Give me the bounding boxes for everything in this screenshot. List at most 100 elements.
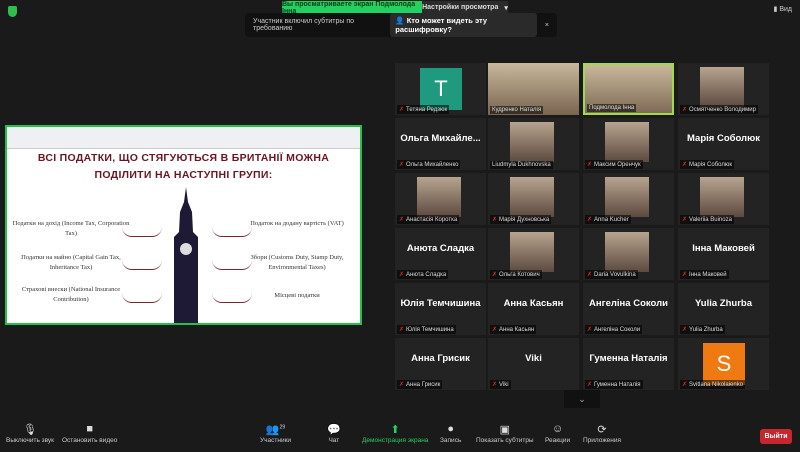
participant-name: Valeriia Buinoza [689, 216, 732, 223]
participant-name: Кудренко Наталія [492, 107, 542, 113]
participant-tile[interactable]: T ✗ Тетяна Редзюк [395, 63, 486, 115]
participant-name-label: ✗ Гуменна Наталія [585, 380, 643, 389]
reactions-label: Реакции [545, 437, 571, 444]
next-page-chevron-icon[interactable]: ⌄ [564, 390, 600, 408]
participant-name-label: ✗ Тетяна Редзюк [397, 105, 450, 114]
participant-name: Liudmyla Dukhnovska [492, 162, 551, 168]
participant-name-label: ✗ Viki [490, 380, 511, 389]
muted-mic-icon: ✗ [682, 382, 688, 388]
participant-name: Анна Грисик [406, 381, 441, 388]
muted-mic-icon: ✗ [492, 217, 498, 223]
participant-video [605, 122, 649, 162]
muted-mic-icon: ✗ [587, 272, 593, 278]
share-screen-button[interactable]: ⬆ Демонстрация экрана [362, 423, 428, 444]
microphone-icon: 🎙 [23, 424, 37, 436]
participant-tile[interactable]: ✗ Anna Kucher [583, 173, 674, 225]
close-icon[interactable]: × [545, 22, 549, 29]
participant-tile[interactable]: ✗ Ольга Котович [488, 228, 579, 280]
participant-name-label: Подмолода Інна [587, 104, 637, 112]
participant-avatar: T [420, 68, 462, 110]
participant-tile[interactable]: Інна Маковей ✗ Інна Маковей [678, 228, 769, 280]
participant-name: Viki [499, 381, 509, 388]
participant-tile[interactable]: Подмолода Інна [583, 63, 674, 115]
slide-right-item: Місцеві податки [274, 292, 320, 299]
captions-notification: Участник включил субтитры по требованию … [245, 13, 557, 37]
who-can-see-button[interactable]: 👤 Кто может видеть эту расшифровку? [390, 13, 537, 37]
decorative-wave [212, 227, 252, 237]
participant-name-label: ✗ Ольга Михайленко [397, 160, 461, 169]
muted-mic-icon: ✗ [587, 327, 593, 333]
decorative-wave [122, 260, 162, 270]
participant-name-label: ✗ Yulia Zhurba [680, 325, 725, 334]
apps-button[interactable]: ⟳ Приложения [583, 423, 621, 444]
chat-label: Чат [328, 437, 340, 444]
camera-icon: ■ [86, 423, 94, 435]
participant-tile[interactable]: Марія Соболюк ✗ Марія Соболюк [678, 118, 769, 170]
participant-video [510, 122, 554, 162]
muted-mic-icon: ✗ [399, 162, 405, 168]
participant-name: Подмолода Інна [589, 105, 635, 111]
participant-display-name: Юлія Темчишина [400, 298, 481, 309]
participant-tile[interactable]: S ✗ Svitlana Nikolaienko [678, 338, 769, 390]
chat-button[interactable]: 💬 Чат [327, 423, 341, 444]
participant-name: Максим Оренчук [594, 161, 641, 168]
participant-name: Анна Касьян [499, 326, 535, 333]
participant-display-name: Анна Касьян [503, 298, 564, 309]
participant-name-label: Кудренко Наталія [490, 106, 544, 114]
participant-name: Тетяна Редзюк [406, 106, 448, 113]
slide-left-item: Податки на дохід (Income Tax, Corporatio… [12, 220, 130, 237]
muted-mic-icon: ✗ [587, 162, 593, 168]
muted-mic-icon: ✗ [399, 217, 405, 223]
participants-button[interactable]: 👥29 Участники [260, 423, 291, 444]
participant-name-label: ✗ Інна Маковей [680, 270, 729, 279]
security-shield-icon[interactable] [8, 6, 17, 17]
participant-tile[interactable]: Кудренко Наталія [488, 63, 579, 115]
participant-tile[interactable]: Yulia Zhurba ✗ Yulia Zhurba [678, 283, 769, 335]
captions-button[interactable]: ▣ Показать субтитры [476, 423, 534, 444]
participant-tile[interactable]: ✗ Осмятченко Володимир [678, 63, 769, 115]
participant-video [417, 177, 461, 217]
muted-mic-icon: ✗ [682, 217, 688, 223]
shared-screen: ВСІ ПОДАТКИ, ЩО СТЯГУЮТЬСЯ В БРИТАНІЇ МО… [5, 125, 362, 325]
muted-mic-icon: ✗ [682, 272, 688, 278]
participants-count: 29 [279, 424, 286, 431]
participant-display-name: Viki [525, 353, 542, 364]
participant-tile[interactable]: Анна Касьян ✗ Анна Касьян [488, 283, 579, 335]
participant-tile[interactable]: Анна Грисик ✗ Анна Грисик [395, 338, 486, 390]
reactions-button[interactable]: ☺ Реакции [545, 423, 570, 444]
pdf-viewer-toolbar [7, 127, 360, 149]
participant-tile[interactable]: ✗ Анастасія Коротка [395, 173, 486, 225]
participant-name-label: ✗ Ангеліна Соколи [585, 325, 643, 334]
slide-right-item: Податок на додану вартість (VAT) [250, 220, 344, 227]
participant-video [700, 177, 744, 217]
decorative-wave [212, 293, 252, 303]
participant-tile[interactable]: ✗ Valeriia Buinoza [678, 173, 769, 225]
participant-display-name: Марія Соболюк [687, 133, 760, 144]
participant-name: Інна Маковей [689, 271, 727, 278]
participant-video [605, 232, 649, 272]
muted-mic-icon: ✗ [492, 327, 498, 333]
mute-button[interactable]: 🎙 Выключить звук [6, 423, 54, 444]
participant-tile[interactable]: ✗ Марія Духновська [488, 173, 579, 225]
participant-tile[interactable]: ✗ Максим Оренчук [583, 118, 674, 170]
participant-tile[interactable]: Юлія Темчишина ✗ Юлія Темчишина [395, 283, 486, 335]
participant-tile[interactable]: Гуменна Наталія ✗ Гуменна Наталія [583, 338, 674, 390]
decorative-wave [122, 227, 162, 237]
notification-text: Участник включил субтитры по требованию [253, 18, 355, 32]
participant-tile[interactable]: Viki ✗ Viki [488, 338, 579, 390]
muted-mic-icon: ✗ [399, 382, 405, 388]
participant-tile[interactable]: ✗ Daria Vovulkina [583, 228, 674, 280]
slide-title-line1: ВСІ ПОДАТКИ, ЩО СТЯГУЮТЬСЯ В БРИТАНІЇ МО… [37, 152, 330, 164]
participant-video [510, 232, 554, 272]
view-button[interactable]: ▮ Вид [774, 5, 792, 13]
stop-video-button[interactable]: ■ Остановить видео [62, 423, 117, 444]
record-button[interactable]: ● Запись [440, 423, 461, 444]
captions-label: Показать субтитры [476, 437, 534, 444]
participant-tile[interactable]: Ангеліна Соколи ✗ Ангеліна Соколи [583, 283, 674, 335]
participant-name-label: ✗ Daria Vovulkina [585, 270, 638, 279]
participant-video [605, 177, 649, 217]
leave-button[interactable]: Выйти [760, 429, 792, 444]
participant-tile[interactable]: Liudmyla Dukhnovska [488, 118, 579, 170]
participant-tile[interactable]: Анюта Сладка ✗ Анюта Сладка [395, 228, 486, 280]
participant-tile[interactable]: Ольга Михайле... ✗ Ольга Михайленко [395, 118, 486, 170]
